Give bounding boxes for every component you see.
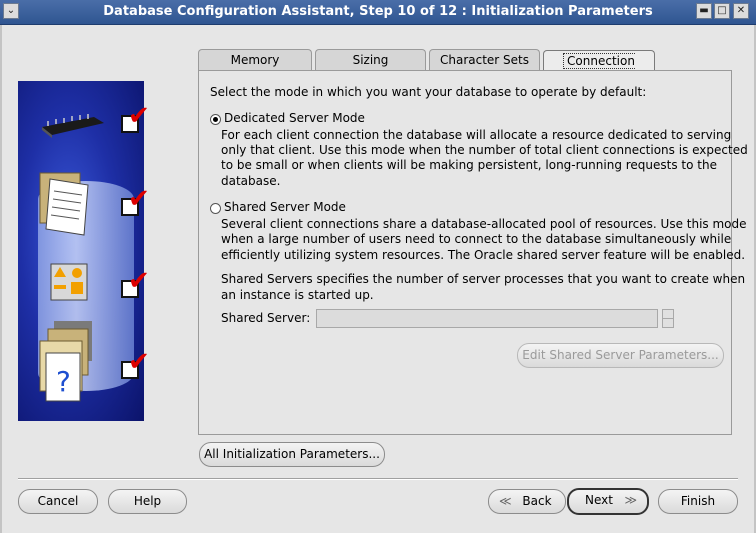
tab-sizing[interactable]: Sizing xyxy=(315,49,426,70)
maximize-icon[interactable]: □ xyxy=(714,3,730,19)
all-initialization-parameters-button[interactable]: All Initialization Parameters... xyxy=(199,442,385,467)
panel-intro: Select the mode in which you want your d… xyxy=(210,85,647,99)
tab-memory[interactable]: Memory xyxy=(198,49,312,70)
chevron-left-icon: ≪ xyxy=(499,494,512,508)
finish-button[interactable]: Finish xyxy=(658,489,738,514)
memory-chip-icon xyxy=(42,114,104,138)
svg-text:?: ? xyxy=(56,365,71,398)
next-button[interactable]: Next ≫ xyxy=(567,488,649,515)
minimize-icon[interactable]: ▬ xyxy=(696,3,712,19)
dedicated-desc-line: only that client. Use this mode when the… xyxy=(221,143,748,157)
tab-connection-mode[interactable]: Connection Mode xyxy=(543,50,655,90)
window-title: Database Configuration Assistant, Step 1… xyxy=(103,4,653,19)
back-button[interactable]: ≪ Back xyxy=(488,489,566,514)
shared-server-field-label: Shared Server: xyxy=(221,311,311,325)
close-icon[interactable]: ✕ xyxy=(733,3,749,19)
checkmark-icon: ✔ xyxy=(128,347,150,377)
dedicated-desc-line: For each client connection the database … xyxy=(221,128,732,142)
title-bar[interactable]: ⌄ Database Configuration Assistant, Step… xyxy=(0,0,756,25)
footer-separator xyxy=(18,478,738,480)
checkmark-icon: ✔ xyxy=(128,266,150,296)
shared-desc-line: Several client connections share a datab… xyxy=(221,217,747,231)
documents-icon xyxy=(39,172,89,236)
shared-desc-line: efficiently utilizing system resources. … xyxy=(221,248,746,262)
shared-server-radio[interactable] xyxy=(210,203,221,214)
back-button-label: Back xyxy=(522,494,552,508)
dedicated-desc-line: to be small or when clients will be maki… xyxy=(221,158,717,172)
shared-servers-desc-line: an instance is started up. xyxy=(221,288,374,302)
cancel-button[interactable]: Cancel xyxy=(18,489,98,514)
shared-server-input[interactable] xyxy=(316,309,658,328)
edit-shared-server-button[interactable]: Edit Shared Server Parameters... xyxy=(517,343,724,368)
dedicated-server-label[interactable]: Dedicated Server Mode xyxy=(224,111,365,125)
checkmark-icon: ✔ xyxy=(128,101,150,131)
dedicated-desc-line: database. xyxy=(221,174,281,188)
shapes-icon xyxy=(50,263,88,301)
shared-server-label[interactable]: Shared Server Mode xyxy=(224,200,346,214)
shared-server-spinner[interactable] xyxy=(662,309,674,328)
folder-question-icon: ? xyxy=(39,321,92,402)
dedicated-server-radio[interactable] xyxy=(210,114,221,125)
shared-servers-desc-line: Shared Servers specifies the number of s… xyxy=(221,272,746,286)
next-button-label: Next xyxy=(585,493,613,507)
tab-character-sets[interactable]: Character Sets xyxy=(429,49,540,70)
shared-desc-line: when a large number of users need to con… xyxy=(221,232,732,246)
chevron-right-icon: ≫ xyxy=(624,493,637,507)
help-button[interactable]: Help xyxy=(108,489,187,514)
checkmark-icon: ✔ xyxy=(128,184,150,214)
